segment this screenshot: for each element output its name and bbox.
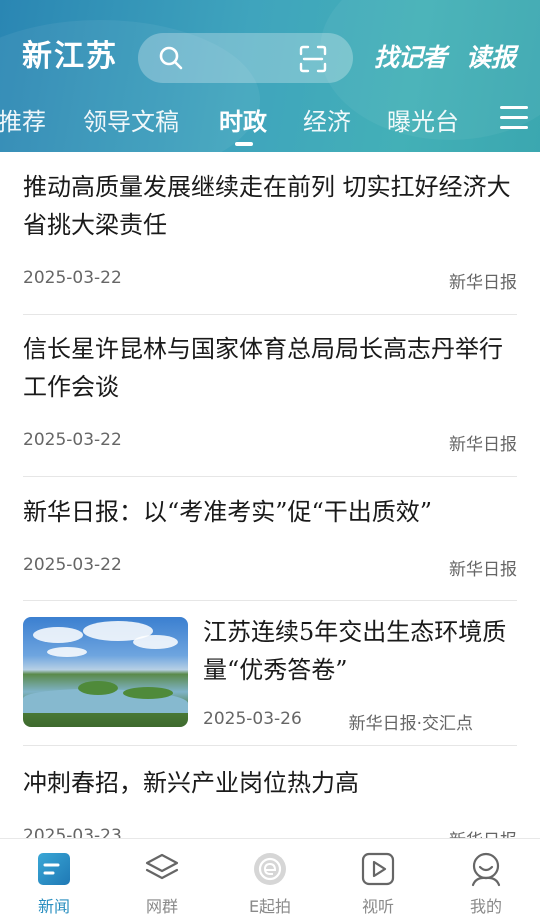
news-title: 冲刺春招，新兴产业岗位热力高 (23, 769, 359, 797)
scan-icon[interactable] (298, 44, 328, 74)
news-source: 新华日报 (449, 435, 517, 455)
play-icon (361, 852, 395, 886)
menu-icon[interactable] (500, 106, 528, 132)
nav-label: E起拍 (248, 897, 292, 916)
news-item[interactable]: 信长星许昆林与国家体育总局局长高志丹举行工作会谈 2025-03-22 新华日报 (23, 330, 517, 477)
tab-recommend[interactable]: 推荐 (0, 100, 46, 144)
search-icon (159, 46, 183, 70)
find-reporter-button[interactable]: 找记者 (374, 38, 447, 78)
news-item[interactable]: 冲刺春招，新兴产业岗位热力高 2025-03-23 新华日报 (23, 764, 517, 838)
read-paper-button[interactable]: 读报 (466, 38, 516, 78)
search-bar[interactable] (138, 33, 353, 83)
news-title: 新华日报：以“考准考实”促“干出质效” (23, 498, 433, 526)
news-date: 2025-03-22 (23, 430, 122, 450)
bottom-navigation: 新闻 网群 E起拍 视听 我的 (0, 838, 540, 924)
nav-label: 视听 (361, 897, 394, 916)
news-date: 2025-03-22 (23, 268, 122, 288)
tab-economy[interactable]: 经济 (303, 100, 351, 144)
nav-label: 网群 (145, 897, 178, 916)
news-title: 信长星许昆林与国家体育总局局长高志丹举行工作会谈 (23, 335, 503, 401)
tab-leader-articles[interactable]: 领导文稿 (83, 100, 179, 144)
channel-tabs: 推荐 领导文稿 时政 经济 曝光台 (0, 100, 540, 146)
nav-label: 我的 (469, 897, 502, 916)
news-item-with-image[interactable]: 江苏连续5年交出生态环境质量“优秀答卷” 2025-03-26 新华日报·交汇点 (23, 601, 517, 746)
nav-media[interactable]: 视听 (324, 839, 432, 924)
app-logo: 新江苏 (22, 39, 118, 74)
nav-label: 新闻 (37, 897, 70, 916)
app-header: 新江苏 找记者 读报 推荐 领导文稿 时政 经济 曝光台 (0, 0, 540, 152)
nav-e-photo[interactable]: E起拍 (216, 839, 324, 924)
news-date: 2025-03-22 (23, 555, 122, 575)
e-camera-icon (254, 853, 286, 885)
active-tab-indicator (235, 142, 253, 146)
nav-profile[interactable]: 我的 (432, 839, 540, 924)
nav-network[interactable]: 网群 (108, 839, 216, 924)
news-thumbnail (23, 617, 188, 727)
news-date: 2025-03-26 (203, 709, 302, 729)
news-date: 2025-03-23 (23, 826, 122, 838)
news-source: 新华日报 (449, 273, 517, 293)
news-title: 江苏连续5年交出生态环境质量“优秀答卷” (203, 618, 507, 684)
nav-news[interactable]: 新闻 (0, 839, 108, 924)
tab-exposure[interactable]: 曝光台 (387, 100, 459, 144)
profile-icon (471, 852, 501, 887)
news-source: 新华日报 (449, 560, 517, 580)
news-item[interactable]: 新华日报：以“考准考实”促“干出质效” 2025-03-22 新华日报 (23, 493, 517, 601)
news-icon (38, 853, 70, 885)
news-title: 推动高质量发展继续走在前列 切实扛好经济大省挑大梁责任 (23, 173, 511, 239)
news-list: 推动高质量发展继续走在前列 切实扛好经济大省挑大梁责任 2025-03-22 新… (0, 152, 540, 838)
news-source: 新华日报 (449, 826, 517, 838)
news-source: 新华日报·交汇点 (348, 714, 473, 734)
news-item[interactable]: 推动高质量发展继续走在前列 切实扛好经济大省挑大梁责任 2025-03-22 新… (23, 168, 517, 315)
layers-icon (145, 853, 179, 880)
tab-politics[interactable]: 时政 (219, 100, 267, 144)
